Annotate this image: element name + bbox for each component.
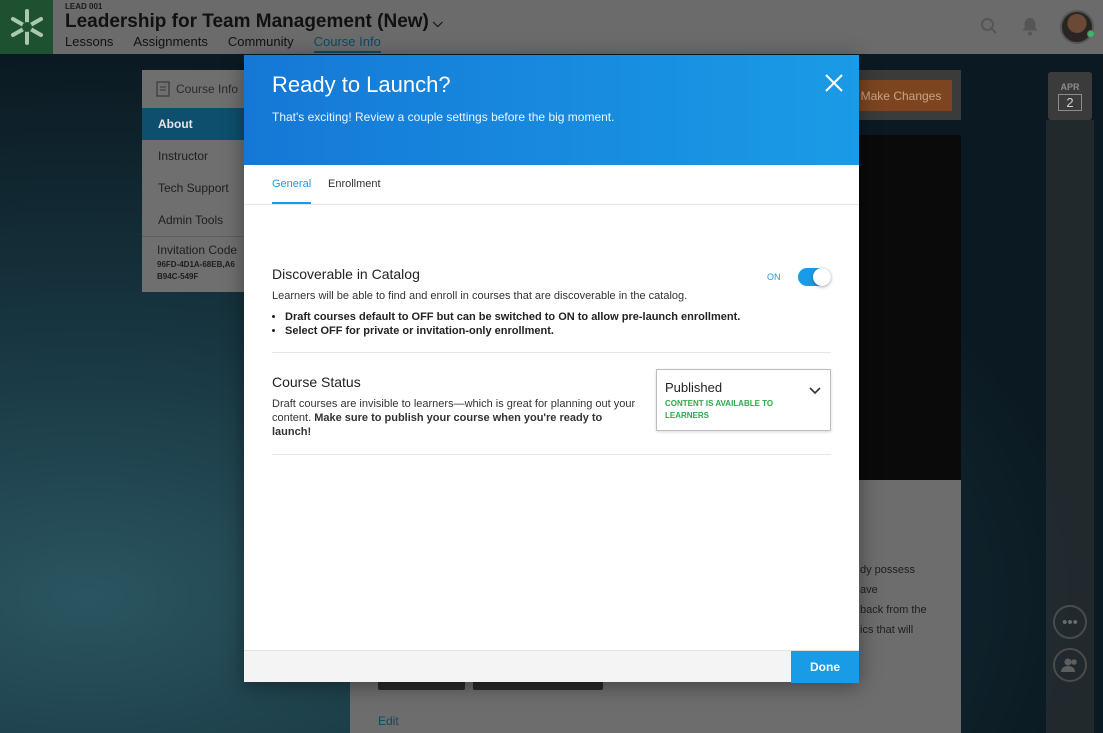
divider: [272, 352, 831, 353]
edit-link[interactable]: Edit: [378, 714, 399, 728]
nav-community[interactable]: Community: [228, 34, 294, 53]
modal-title: Ready to Launch?: [272, 72, 451, 97]
chevron-down-icon: ⌵: [432, 15, 443, 30]
nav-course-info[interactable]: Course Info: [313, 34, 381, 53]
discoverable-notes: Draft courses default to OFF but can be …: [272, 310, 740, 338]
content-text-line: dy possess: [860, 564, 916, 576]
modal-header: Ready to Launch? That's exciting! Review…: [244, 55, 859, 165]
toggle-knob: [813, 268, 831, 286]
search-icon[interactable]: [980, 17, 998, 40]
course-status-description: Draft courses are invisible to learners—…: [272, 397, 644, 439]
modal-footer: Done: [244, 650, 859, 683]
tab-enrollment[interactable]: Enrollment: [328, 178, 381, 202]
course-media-panel: [859, 135, 961, 480]
course-info-sidebar: Course Info About Instructor Tech Suppor…: [142, 70, 252, 292]
course-status-select[interactable]: Published CONTENT IS AVAILABLE TO LEARNE…: [656, 369, 831, 431]
online-status-dot: [1087, 30, 1095, 38]
modal-tabs: General Enrollment: [244, 165, 859, 205]
sidebar-item-tech-support[interactable]: Tech Support: [142, 172, 252, 204]
nav-assignments[interactable]: Assignments: [133, 34, 207, 53]
course-status-hint: CONTENT IS AVAILABLE TO LEARNERS: [665, 399, 774, 420]
content-text-line: back from the: [860, 604, 927, 616]
date-month: APR: [1060, 82, 1080, 92]
course-status-description-emphasis: Make sure to publish your course when yo…: [272, 412, 603, 438]
chevron-down-icon: [809, 382, 821, 400]
invitation-code-value: 96FD-4D1A-68EB,A6 B94C-549F: [157, 260, 235, 281]
date-day: 2: [1058, 94, 1082, 111]
invitation-code-label: Invitation Code: [157, 243, 238, 257]
divider: [272, 454, 831, 455]
course-code: LEAD 001: [65, 2, 103, 11]
course-nav: Lessons Assignments Community Course Inf…: [65, 34, 381, 53]
course-title-text: Leadership for Team Management (New): [65, 11, 429, 32]
more-options-icon[interactable]: •••: [1053, 605, 1087, 639]
top-header: LEAD 001 Leadership for Team Management …: [0, 0, 1103, 54]
sidebar-header: Course Info: [142, 70, 252, 108]
course-status-value: Published: [665, 380, 723, 395]
list-item: Draft courses default to OFF but can be …: [285, 310, 740, 324]
discoverable-toggle[interactable]: [798, 268, 831, 286]
avatar[interactable]: [1060, 10, 1095, 44]
invitation-code-section: Invitation Code 96FD-4D1A-68EB,A6 B94C-5…: [142, 236, 252, 283]
asterisk-logo-icon: [10, 9, 43, 45]
make-changes-button[interactable]: Make Changes: [850, 80, 952, 111]
sidebar-item-instructor[interactable]: Instructor: [142, 140, 252, 172]
tab-general[interactable]: General: [272, 178, 312, 204]
content-text-line: ave: [860, 584, 878, 596]
people-icon[interactable]: [1053, 648, 1087, 682]
discoverable-title: Discoverable in Catalog: [272, 266, 420, 282]
bell-icon[interactable]: [1020, 16, 1040, 41]
app-logo[interactable]: [0, 0, 53, 54]
done-button[interactable]: Done: [791, 651, 859, 683]
sidebar-header-label: Course Info: [176, 82, 239, 96]
course-title[interactable]: Leadership for Team Management (New) ⌵: [65, 11, 443, 33]
date-badge: APR 2: [1048, 72, 1092, 120]
ready-to-launch-modal: Ready to Launch? That's exciting! Review…: [244, 55, 859, 683]
course-status-title: Course Status: [272, 374, 361, 390]
modal-subtitle: That's exciting! Review a couple setting…: [272, 110, 615, 124]
sidebar-item-about[interactable]: About: [142, 108, 252, 140]
close-icon[interactable]: [824, 73, 844, 93]
discoverable-description: Learners will be able to find and enroll…: [272, 290, 688, 302]
document-icon: [156, 81, 170, 97]
list-item: Select OFF for private or invitation-onl…: [285, 324, 740, 338]
right-rail: [1046, 120, 1094, 733]
content-text-line: ics that will: [860, 624, 914, 636]
sidebar-item-admin-tools[interactable]: Admin Tools: [142, 204, 252, 236]
toggle-state-label: ON: [767, 272, 781, 282]
nav-lessons[interactable]: Lessons: [65, 34, 113, 53]
